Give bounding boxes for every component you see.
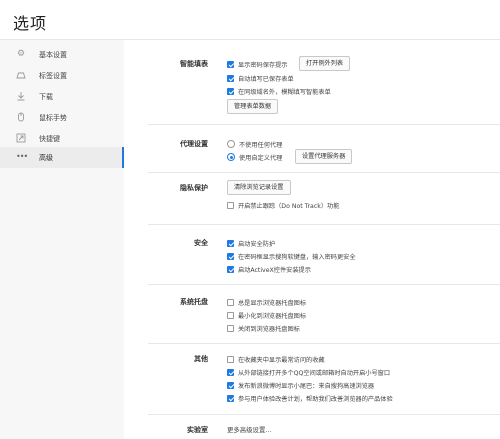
section-divider	[148, 172, 500, 173]
sidebar: ⚙ 基本设置 标签设置 下载 鼠标手势 快捷键 ••• 高级	[0, 40, 124, 439]
checkbox[interactable]	[227, 355, 234, 363]
checkbox[interactable]	[227, 265, 234, 273]
checkbox[interactable]	[227, 87, 234, 95]
radio-button[interactable]	[227, 140, 235, 148]
page-title: 选项	[13, 14, 48, 33]
sidebar-item-label: 快捷键	[39, 135, 60, 143]
checkbox[interactable]	[227, 60, 234, 68]
sidebar-item-label: 基本设置	[39, 51, 67, 59]
section-label-other: 其他	[194, 355, 208, 363]
option-always-show-tray[interactable]: 总是显示浏览器托盘图标	[227, 297, 306, 307]
option-fuzzy-fill[interactable]: 在同级域名外，模糊填写智能表单	[227, 86, 331, 96]
sidebar-item-tab-settings[interactable]: 标签设置	[0, 65, 124, 86]
checkbox[interactable]	[227, 381, 234, 389]
gear-icon: ⚙	[16, 49, 26, 59]
radio-button[interactable]	[227, 153, 235, 161]
section-divider	[148, 284, 500, 285]
section-divider	[148, 124, 500, 125]
option-no-proxy[interactable]: 不使用任何代理	[227, 139, 282, 149]
option-ux-improvement[interactable]: 参与用户体验改善计划，帮助我们改善浏览器的产品体验	[227, 393, 393, 403]
option-soft-keyboard[interactable]: 在密码框显示搜狗软键盘，输入密码更安全	[227, 251, 356, 261]
sidebar-item-mouse-gesture[interactable]: 鼠标手势	[0, 107, 124, 128]
open-exception-list-button[interactable]: 打开例外列表	[299, 56, 351, 71]
checkbox[interactable]	[227, 252, 234, 260]
checkbox[interactable]	[227, 298, 234, 306]
checkbox[interactable]	[227, 368, 234, 376]
download-icon	[16, 91, 26, 101]
clear-history-settings-button[interactable]: 清除浏览记录设置	[227, 180, 291, 195]
checkbox[interactable]	[227, 201, 234, 209]
option-do-not-track[interactable]: 开启禁止跟踪（Do Not Track）功能	[227, 200, 339, 210]
option-custom-proxy[interactable]: 使用自定义代理	[227, 152, 282, 162]
section-label-tray: 系统托盘	[180, 298, 208, 306]
option-activex-prompt[interactable]: 启动ActiveX控件安装提示	[227, 264, 311, 274]
sidebar-item-shortcuts[interactable]: 快捷键	[0, 128, 124, 149]
sidebar-item-download[interactable]: 下载	[0, 86, 124, 107]
checkbox[interactable]	[227, 74, 234, 82]
sidebar-item-advanced[interactable]: ••• 高级	[0, 147, 124, 168]
section-divider	[148, 414, 500, 415]
sidebar-item-label: 鼠标手势	[39, 114, 67, 122]
option-minimize-to-tray[interactable]: 最小化到浏览器托盘图标	[227, 310, 306, 320]
sidebar-item-label: 高级	[39, 154, 53, 162]
sidebar-item-label: 标签设置	[39, 72, 67, 80]
checkbox[interactable]	[227, 394, 234, 402]
section-divider	[148, 224, 500, 225]
section-label-security: 安全	[194, 239, 208, 247]
section-label-privacy: 隐私保护	[180, 184, 208, 192]
option-security-protection[interactable]: 启动安全防护	[227, 238, 275, 248]
mouse-icon	[16, 112, 26, 122]
shortcut-icon	[16, 133, 26, 143]
option-save-password-prompt[interactable]: 显示密码保存提示	[227, 59, 288, 69]
proxy-server-settings-button[interactable]: 设置代理服务器	[295, 149, 353, 164]
sidebar-item-basic-settings[interactable]: ⚙ 基本设置	[0, 44, 124, 65]
option-close-to-tray[interactable]: 关闭到浏览器托盘图标	[227, 323, 300, 333]
more-advanced-settings-link[interactable]: 更多高级设置...	[227, 425, 271, 434]
manage-form-data-button[interactable]: 管理表单数据	[227, 99, 279, 114]
checkbox[interactable]	[227, 239, 234, 247]
option-weibo-tail[interactable]: 发布新浪微博时显示小尾巴：来自搜狗高速浏览器	[227, 380, 374, 390]
more-icon: •••	[16, 152, 28, 161]
section-divider	[148, 343, 500, 344]
section-label-autofill: 智能填表	[180, 60, 208, 68]
checkbox[interactable]	[227, 324, 234, 332]
option-auto-open-alt-window[interactable]: 从外部链接打开多个QQ空间或邮箱时自动开启小号窗口	[227, 367, 390, 377]
checkbox[interactable]	[227, 311, 234, 319]
option-show-frequent-favorites[interactable]: 在收藏夹中显示最常访问的收藏	[227, 354, 325, 364]
sidebar-item-label: 下载	[39, 93, 53, 101]
header-bar: 选项	[0, 0, 500, 40]
section-label-lab: 实验室	[187, 426, 208, 434]
option-autofill-saved-forms[interactable]: 自动填写已保存表单	[227, 73, 294, 83]
tab-icon	[16, 70, 26, 80]
section-label-proxy: 代理设置	[180, 140, 208, 148]
